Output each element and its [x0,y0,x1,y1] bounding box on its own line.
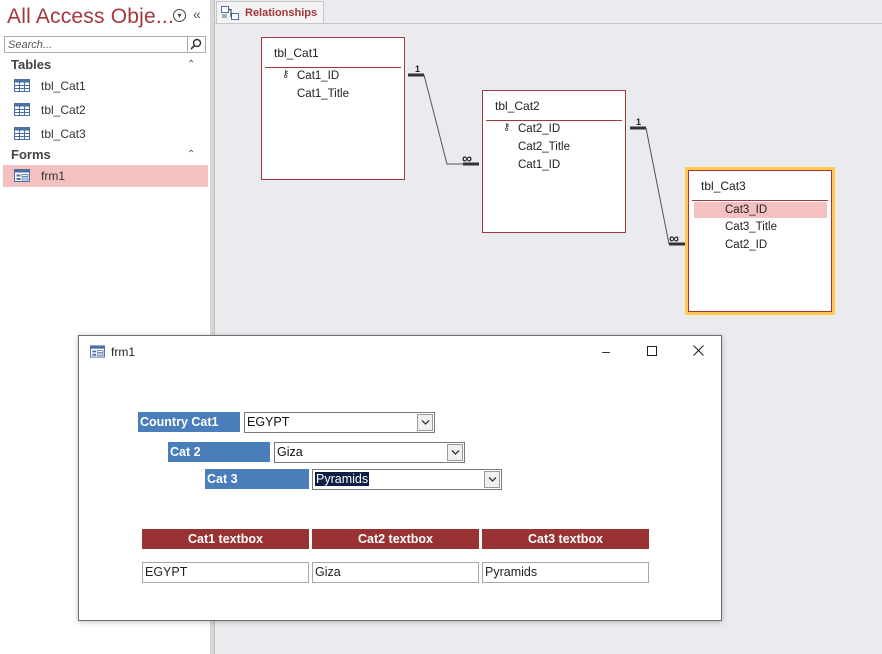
combo-cat3[interactable]: Pyramids [312,469,502,490]
table-box-tbl-cat3[interactable]: tbl_Cat3 Cat3_ID Cat3_Title Cat2_ID [685,167,835,315]
header-cat2-textbox: Cat2 textbox [312,529,479,549]
field-cat2-id[interactable]: Cat2_ID [518,123,560,135]
field-cat2-title[interactable]: Cat2_Title [518,141,570,153]
header-cat3-textbox: Cat3 textbox [482,529,649,549]
relationship-one-label: 1 [636,117,642,127]
chevron-down-icon[interactable] [417,414,433,431]
table-box-title: tbl_Cat3 [701,179,746,193]
field-cat2-id[interactable]: Cat2_ID [725,239,767,251]
field-cat1-id[interactable]: Cat1_ID [518,159,560,171]
field-cat3-id[interactable]: Cat3_ID [694,202,827,218]
textbox-cat1[interactable]: EGYPT [142,562,309,583]
table-box-title: tbl_Cat2 [495,99,540,113]
combo-cat1[interactable]: EGYPT [244,412,435,433]
combo-cat2-value: Giza [277,445,303,459]
relationship-one-label: 1 [415,64,421,74]
form-icon [90,345,105,358]
combo-cat3-value: Pyramids [315,472,370,486]
primary-key-icon: ⚷ [503,122,511,133]
field-cat1-id[interactable]: Cat1_ID [297,70,339,82]
relationship-many-label: ∞ [462,150,472,166]
combo-cat1-value: EGYPT [247,415,290,429]
label-cat2: Cat 2 [168,442,270,462]
maximize-icon[interactable] [642,341,662,361]
field-cat1-title[interactable]: Cat1_Title [297,88,349,100]
close-icon[interactable] [688,341,708,361]
table-box-tbl-cat2[interactable]: tbl_Cat2 ⚷ Cat2_ID Cat2_Title Cat1_ID [482,90,626,233]
label-cat3: Cat 3 [205,469,309,489]
table-box-separator [692,200,828,201]
table-box-tbl-cat1[interactable]: tbl_Cat1 ⚷ Cat1_ID Cat1_Title [261,37,405,180]
table-box-separator [265,67,401,68]
combo-cat2[interactable]: Giza [274,442,465,463]
field-cat3-title[interactable]: Cat3_Title [725,221,777,233]
relationship-many-label: ∞ [669,230,679,246]
chevron-down-icon[interactable] [447,444,463,461]
table-box-title: tbl_Cat1 [274,46,319,60]
primary-key-icon: ⚷ [282,69,290,80]
textbox-cat3[interactable]: Pyramids [482,562,649,583]
label-country-cat1: Country Cat1 [138,412,240,432]
form-window-frm1: frm1 – Country Cat1 Cat 2 Cat 3 EGYPT Gi… [78,335,722,621]
textbox-cat2[interactable]: Giza [312,562,479,583]
table-box-separator [486,120,622,121]
form-window-title: frm1 [111,345,135,359]
chevron-down-icon[interactable] [484,471,500,488]
header-cat1-textbox: Cat1 textbox [142,529,309,549]
relationship-line-cat2-cat3[interactable] [630,126,685,246]
minimize-icon[interactable]: – [596,341,616,361]
